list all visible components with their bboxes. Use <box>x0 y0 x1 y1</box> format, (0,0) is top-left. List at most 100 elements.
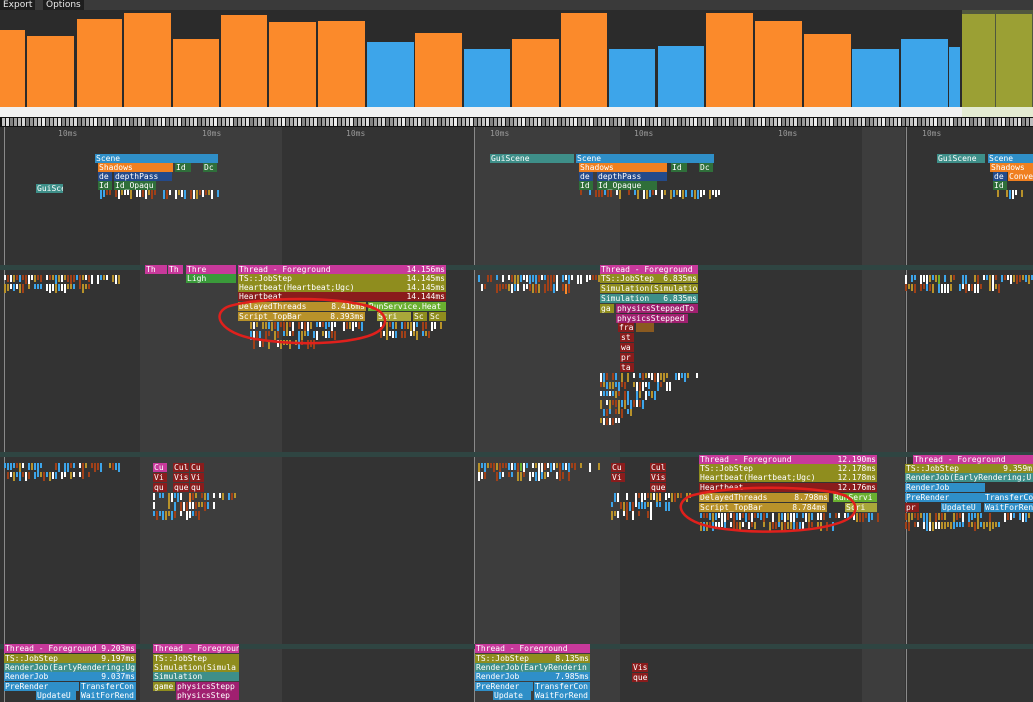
profiler-segment-renderjob[interactable]: RenderJob <box>905 483 985 492</box>
profiler-segment-shadows[interactable]: Shadows <box>98 163 173 172</box>
profiler-segment-dc[interactable]: Dc <box>699 163 713 172</box>
profiler-segment-vi[interactable]: Vi <box>611 473 625 482</box>
profiler-segment-physics-stepped[interactable]: physicsStepped <box>616 314 688 323</box>
profiler-segment-de[interactable]: de <box>993 172 1007 181</box>
profiler-segment-run-service[interactable]: RunService.Heat <box>368 302 446 311</box>
profiler-segment-th[interactable]: Th <box>145 265 167 274</box>
profiler-segment-scene[interactable]: Scene <box>576 154 714 163</box>
profiler-segment-jobstep[interactable]: TS::JobStep <box>153 654 239 663</box>
frame-bar[interactable] <box>464 49 510 107</box>
profiler-segment-scene[interactable]: Scene <box>95 154 218 163</box>
profiler-segment-thread-fg[interactable]: Thread - Foreground <box>913 455 1033 464</box>
profiler-segment-thread-fg[interactable]: Thread - Foreground 12.190ms <box>699 455 877 464</box>
selection-highlight[interactable] <box>962 10 1033 117</box>
profiler-segment-wait-for-rend[interactable]: WaitForRend <box>80 691 136 700</box>
frame-bar[interactable] <box>561 13 607 107</box>
profiler-segment-conv[interactable]: Conve <box>1008 172 1033 181</box>
profiler-segment-wa[interactable]: wa <box>620 343 634 352</box>
profiler-segment-physics-stepp[interactable]: physicsStepp <box>176 682 239 691</box>
profiler-segment-gui-scene[interactable]: GuiScene <box>36 184 63 193</box>
profiler-segment-vi[interactable]: Vi <box>190 473 204 482</box>
profiler-segment-que[interactable]: que <box>173 483 189 492</box>
profiler-segment-st[interactable]: st <box>620 333 634 342</box>
profiler-segment-que[interactable]: que <box>650 483 666 492</box>
profiler-segment-cu[interactable]: Cu <box>611 463 625 472</box>
profiler-segment-jobstep[interactable]: TS::JobStep 6.835ms <box>600 274 698 283</box>
profiler-segment-ga[interactable]: ga <box>600 304 614 313</box>
profiler-segment-delayed-threads[interactable]: DelayedThreads 8.798ms <box>699 493 829 502</box>
profiler-segment-heartbeat-full[interactable]: Heartbeat(Heartbeat;Ugc) 12.178ms <box>699 473 877 482</box>
profiler-segment-thread-fg[interactable]: Thread - Foreground 14.156ms <box>238 265 446 274</box>
profiler-segment-cu[interactable]: Cu <box>153 463 167 472</box>
profiler-segment-jobstep[interactable]: TS::JobStep 8.135ms <box>475 654 590 663</box>
profiler-segment-vis[interactable]: Vis <box>632 663 648 672</box>
frame-bar[interactable] <box>706 13 753 107</box>
profiler-segment-sc[interactable]: Sc <box>429 312 446 321</box>
profiler-segment-thread-fg[interactable]: Thread - Foreground <box>600 265 698 274</box>
profiler-segment-gui-scene[interactable]: GuiScene <box>937 154 985 163</box>
profiler-segment-delayed-threads[interactable]: DelayedThreads 8.416ms <box>238 302 366 311</box>
profiler-segment-heartbeat[interactable]: Heartbeat 14.144ms <box>238 292 446 301</box>
profiler-segment-qu[interactable]: qu <box>153 483 167 492</box>
profiler-segment-simulation[interactable]: Simulation 6.835ms <box>600 294 698 303</box>
profiler-segment-prerender[interactable]: PreRender <box>4 682 79 691</box>
profiler-segment-ligh[interactable]: Ligh <box>186 274 236 283</box>
profiler-segment-depth-pass[interactable]: depthPass <box>597 172 667 181</box>
profiler-segment-dc[interactable]: Dc <box>203 163 217 172</box>
profiler-segment-shadows[interactable]: Shadows <box>579 163 667 172</box>
profiler-segment-run-servi[interactable]: RunServi <box>833 493 877 502</box>
profiler-segment-id[interactable]: Id <box>993 181 1007 190</box>
profiler-segment-vi[interactable]: Vi <box>153 473 167 482</box>
profiler-segment-thread-fg[interactable]: Thread - Foreground 9.203ms <box>4 644 136 653</box>
profiler-segment-thread-fg[interactable]: Thread - Foreground <box>475 644 590 653</box>
frame-bar[interactable] <box>949 47 960 107</box>
profiler-segment-wo[interactable] <box>636 323 654 332</box>
profiler-segment-pr[interactable]: pr <box>620 353 634 362</box>
frame-bar[interactable] <box>0 30 25 107</box>
profiler-segment-id-opaque-short[interactable]: Id_Opaqu <box>114 181 156 190</box>
profiler-segment-gui-scene[interactable]: GuiScene <box>490 154 574 163</box>
profiler-segment-wait-for-rend[interactable]: WaitForRend <box>534 691 590 700</box>
profiler-segment-simulation-full[interactable]: Simulation(Simulatio <box>600 284 698 293</box>
frame-bar[interactable] <box>852 49 899 107</box>
profiler-segment-thread-fg[interactable]: Thread - Foreground <box>153 644 239 653</box>
profiler-segment-script-topbar[interactable]: Script_TopBar 8.784ms <box>699 503 827 512</box>
frame-bar[interactable] <box>512 39 559 107</box>
profiler-segment-ta[interactable]: ta <box>620 363 634 372</box>
profiler-segment-update-u[interactable]: UpdateU <box>941 503 981 512</box>
profiler-segment-update[interactable]: Update <box>493 691 531 700</box>
profiler-segment-jobstep[interactable]: TS::JobStep 12.178ms <box>699 464 877 473</box>
timeline-scrubber[interactable] <box>0 117 1033 127</box>
profiler-segment-cul[interactable]: Cul <box>650 463 666 472</box>
profiler-segment-heartbeat-full[interactable]: Heartbeat(Heartbeat;Ugc) 14.145ms <box>238 283 446 292</box>
profiler-segment-transfer-con[interactable]: TransferCon <box>984 493 1033 502</box>
profiler-segment-de[interactable]: de <box>98 172 112 181</box>
frame-bar[interactable] <box>755 21 802 107</box>
profiler-segment-renderjob-early[interactable]: RenderJob(EarlyRendering;Ug <box>4 663 136 672</box>
frame-bar[interactable] <box>77 19 122 107</box>
profiler-segment-game[interactable]: game <box>153 682 175 691</box>
profiler-segment-update-u[interactable]: UpdateU <box>36 691 76 700</box>
profiler-segment-cu[interactable]: Cu <box>190 463 204 472</box>
frame-bar[interactable] <box>367 42 414 107</box>
profiler-segment-scene[interactable]: Scene <box>988 154 1033 163</box>
profiler-segment-vis[interactable]: Vis <box>650 473 666 482</box>
profiler-segment-que[interactable]: que <box>632 673 648 682</box>
export-menu-button[interactable]: Export <box>0 0 36 10</box>
profiler-segment-transfer-con[interactable]: TransferCon <box>80 682 136 691</box>
profiler-segment-script-topbar[interactable]: Script_TopBar 8.393ms <box>238 312 365 321</box>
profiler-segment-physics-stepped-to[interactable]: physicsSteppedTo <box>616 304 698 313</box>
frame-bar[interactable] <box>221 15 267 107</box>
profiler-segment-transfer-con[interactable]: TransferCon <box>534 682 590 691</box>
profiler-segment-cul[interactable]: Cul <box>173 463 189 472</box>
profiler-segment-thre[interactable]: Thre <box>186 265 236 274</box>
profiler-segment-jobstep[interactable]: TS::JobStep 14.145ms <box>238 274 446 283</box>
profiler-segment-wait-for-rend[interactable]: WaitForRend <box>984 503 1033 512</box>
frame-bar[interactable] <box>658 46 704 107</box>
timeline-view[interactable]: 10ms 10ms 10ms 10ms 10ms 10ms 10ms GuiScene Scen… <box>0 127 1033 702</box>
profiler-segment-heartbeat[interactable]: Heartbeat 12.176ms <box>699 483 877 492</box>
frame-overview-chart[interactable] <box>0 10 1033 117</box>
profiler-segment-simulation-short[interactable]: Simulation(Simula <box>153 663 239 672</box>
profiler-segment-renderjob[interactable]: RenderJob 7.985ms <box>475 672 590 681</box>
profiler-segment-id-opaque[interactable]: Id_Opaque <box>597 181 657 190</box>
